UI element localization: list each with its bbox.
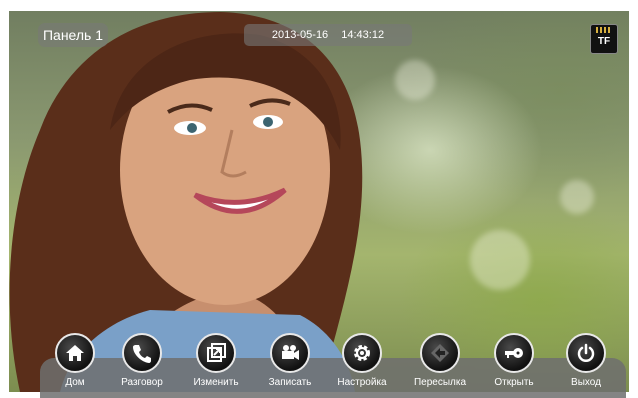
home-label: Дом (65, 377, 85, 388)
record-label: Записать (268, 377, 312, 388)
key-icon (494, 333, 534, 373)
datetime-display: 2013-05-16 14:43:12 (244, 24, 412, 46)
power-icon (566, 333, 606, 373)
sd-card-pins (596, 27, 612, 33)
home-button[interactable]: Дом (40, 333, 110, 393)
record-button[interactable]: Записать (255, 333, 325, 393)
time-text: 14:43:12 (341, 29, 385, 41)
date-text: 2013-05-16 (271, 29, 329, 41)
phone-icon (122, 333, 162, 373)
exit-button[interactable]: Выход (551, 333, 621, 393)
forward-diamond-icon (420, 333, 460, 373)
video-camera-icon (270, 333, 310, 373)
right-iris (263, 117, 273, 127)
open-button[interactable]: Открыть (479, 333, 549, 393)
frame-top (0, 0, 638, 11)
exit-label: Выход (571, 377, 601, 388)
sd-card-label: TF (597, 36, 611, 47)
settings-label: Настройка (337, 377, 387, 388)
switch-window-icon (196, 333, 236, 373)
gear-icon (342, 333, 382, 373)
talk-label: Разговор (121, 377, 163, 388)
forward-label: Пересылка (413, 377, 467, 388)
frame-right (629, 0, 638, 392)
forward-button[interactable]: Пересылка (405, 333, 475, 393)
frame-left (0, 0, 9, 392)
settings-button[interactable]: Настройка (327, 333, 397, 393)
left-iris (187, 123, 197, 133)
open-label: Открыть (494, 377, 534, 388)
panel-label: Панель 1 (38, 23, 108, 47)
talk-button[interactable]: Разговор (107, 333, 177, 393)
change-label: Изменить (193, 377, 239, 388)
sd-card-icon: TF (590, 24, 618, 54)
home-icon (55, 333, 95, 373)
change-button[interactable]: Изменить (181, 333, 251, 393)
